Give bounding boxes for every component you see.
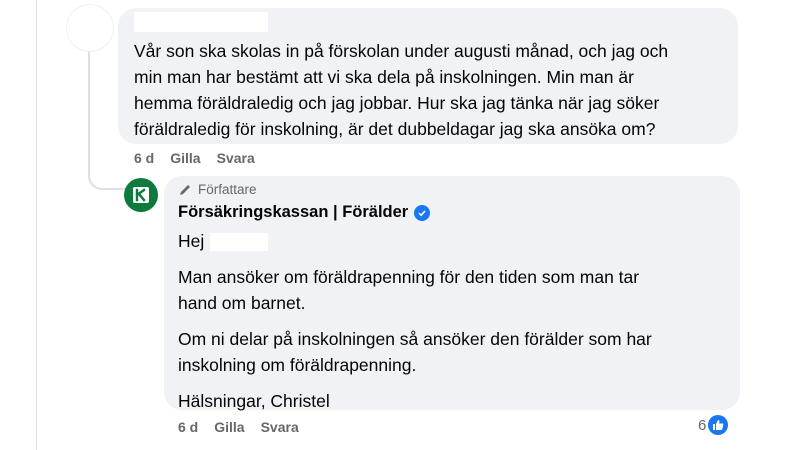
page-name-label[interactable]: Försäkringskassan | Förälder (178, 203, 408, 222)
comment-line: föräldraledig för inskolning, är det dub… (134, 119, 656, 139)
reply-signature: Hälsningar, Christel (178, 391, 330, 411)
comment-line: hemma föräldraledig och jag jobbar. Hur … (134, 93, 660, 113)
thread-line (36, 0, 37, 450)
reply-timestamp[interactable]: 6 d (178, 419, 198, 435)
reply-actions: 6 d Gilla Svara (178, 419, 299, 435)
like-button[interactable]: Gilla (170, 150, 200, 166)
recipient-name-redacted (210, 233, 269, 252)
commenter-name-redacted (134, 12, 268, 32)
page-avatar[interactable] (124, 178, 158, 212)
reply-text: Hej Man ansöker om föräldrapenning för d… (178, 228, 738, 414)
comment-actions: 6 d Gilla Svara (134, 150, 255, 166)
forsakringskassan-logo-icon (133, 187, 149, 203)
author-badge-label: Författare (198, 182, 257, 197)
page-name[interactable]: Försäkringskassan | Förälder (178, 203, 431, 222)
verified-badge-icon (414, 204, 431, 221)
comment-line: min man har bestämt att vi ska dela på i… (134, 67, 634, 87)
reaction-count: 6 (698, 416, 707, 434)
reply-button[interactable]: Svara (261, 419, 299, 435)
reply-greeting: Hej (178, 231, 205, 251)
reply-line: Man ansöker om föräldrapenning för den t… (178, 267, 640, 287)
comment-text: Vår son ska skolas in på förskolan under… (134, 38, 734, 142)
like-button[interactable]: Gilla (214, 419, 244, 435)
reply-line: inskolning om föräldrapenning. (178, 355, 417, 375)
author-badge: Författare (178, 182, 257, 197)
comment-line: Vår son ska skolas in på förskolan under… (134, 41, 669, 61)
reply-button[interactable]: Svara (217, 150, 255, 166)
like-thumbs-up-icon (708, 415, 729, 435)
comment-timestamp[interactable]: 6 d (134, 150, 154, 166)
reply-line: hand om barnet. (178, 293, 306, 313)
reply-line: Om ni delar på inskolningen så ansöker d… (178, 329, 652, 349)
pencil-icon (180, 184, 190, 195)
commenter-avatar[interactable] (66, 4, 114, 52)
reaction-summary[interactable]: 6 (698, 415, 729, 435)
